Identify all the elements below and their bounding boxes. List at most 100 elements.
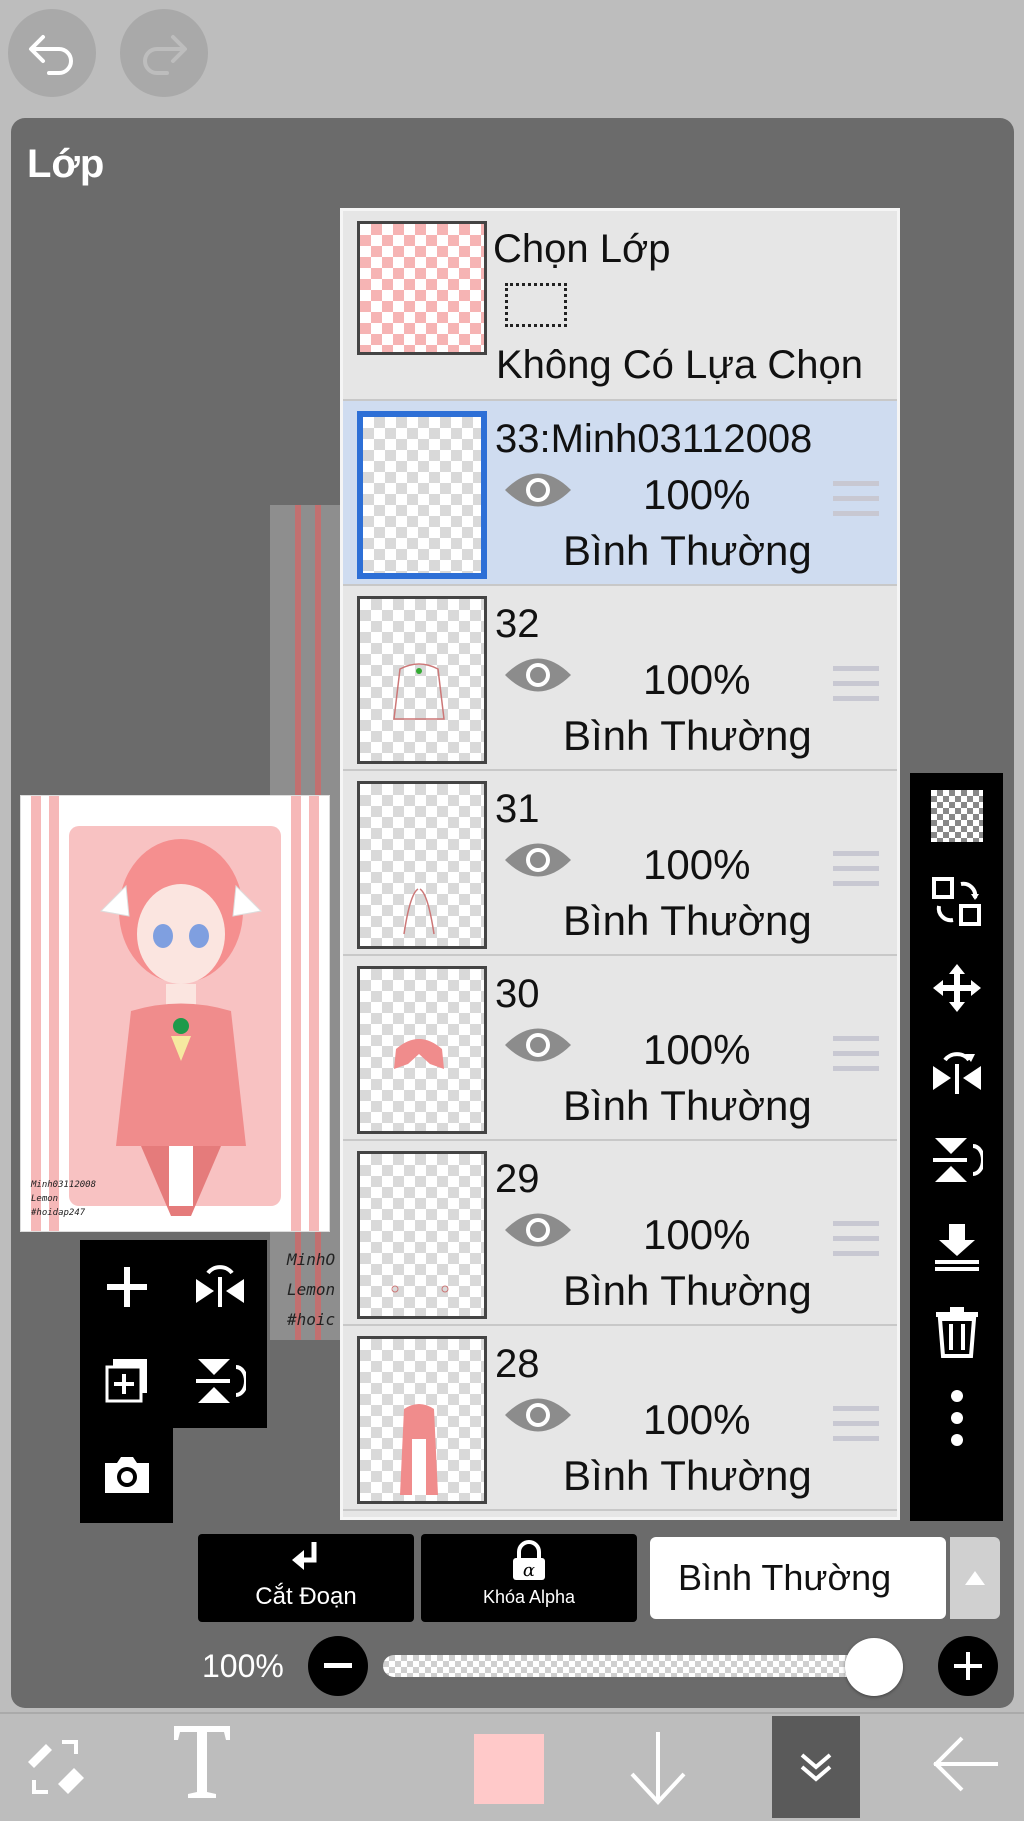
artwork-preview: Minh03112008 Lemon #hoidap247 xyxy=(20,795,330,1232)
opacity-label: 100% xyxy=(202,1648,284,1684)
layer-row[interactable]: 29 100% Bình Thường xyxy=(343,1141,897,1326)
back-button[interactable] xyxy=(930,1734,1006,1804)
drag-handle-icon[interactable] xyxy=(833,664,879,704)
add-layer-button[interactable] xyxy=(80,1240,173,1334)
swap-layer-icon xyxy=(931,877,981,926)
selection-thumbnail xyxy=(357,221,487,355)
merge-down-icon xyxy=(934,1224,979,1271)
layer-thumbnail xyxy=(357,1336,487,1504)
blend-mode-select[interactable]: Bình Thường xyxy=(650,1537,946,1619)
layer-name: 33:Minh03112008 xyxy=(495,417,813,461)
layer-toolbar xyxy=(910,773,1003,1521)
merge-down-button[interactable] xyxy=(910,1203,1003,1289)
drag-handle-icon[interactable] xyxy=(833,1219,879,1259)
flip-vertical-icon xyxy=(195,1359,246,1403)
watermark-line: Lemon xyxy=(31,1194,59,1204)
checker-icon xyxy=(930,790,983,842)
redo-icon xyxy=(143,35,187,75)
layer-name: 29 xyxy=(495,1157,540,1201)
minus-icon xyxy=(324,1663,352,1668)
eye-icon[interactable] xyxy=(503,1022,573,1068)
layer-row[interactable]: 33:Minh03112008 100% Bình Thường xyxy=(343,401,897,586)
layer-blend-mode: Bình Thường xyxy=(563,1267,812,1314)
alpha-lock-button[interactable]: α Khóa Alpha xyxy=(421,1534,637,1622)
transparent-fill-button[interactable] xyxy=(910,773,1003,859)
eye-icon[interactable] xyxy=(503,837,573,883)
canvas-flip-vertical-button[interactable] xyxy=(173,1334,266,1428)
brush-eraser-toggle-button[interactable] xyxy=(20,1732,90,1802)
move-button[interactable] xyxy=(910,945,1003,1031)
selection-marquee-icon xyxy=(505,283,567,327)
bottom-toolbar xyxy=(0,1712,1024,1821)
layer-panel-toggle-button[interactable] xyxy=(772,1716,860,1818)
swap-layer-button[interactable] xyxy=(910,859,1003,945)
duplicate-layer-icon xyxy=(105,1359,147,1403)
current-color-swatch[interactable] xyxy=(474,1734,544,1804)
opacity-slider[interactable] xyxy=(383,1655,903,1677)
double-chevron-down-icon xyxy=(800,1753,832,1782)
svg-text:α: α xyxy=(523,1560,535,1581)
layer-row[interactable]: 31 100% Bình Thường xyxy=(343,771,897,956)
layer-blend-mode: Bình Thường xyxy=(563,527,812,574)
eye-icon[interactable] xyxy=(503,652,573,698)
delete-layer-button[interactable] xyxy=(910,1289,1003,1375)
more-vertical-icon xyxy=(950,1390,963,1446)
triangle-up-icon xyxy=(965,1571,985,1585)
character-illustration xyxy=(99,839,263,1216)
undo-button[interactable] xyxy=(8,9,96,97)
layer-row[interactable]: 32 100% Bình Thường xyxy=(343,586,897,771)
flip-horizontal-icon xyxy=(932,1052,981,1094)
selection-layer-row[interactable]: Chọn Lớp Không Có Lựa Chọn xyxy=(343,211,897,401)
alpha-lock-label: Khóa Alpha xyxy=(482,1587,576,1607)
drag-handle-icon[interactable] xyxy=(833,479,879,519)
canvas-text-line: #hoic xyxy=(287,1310,336,1329)
opacity-increase-button[interactable] xyxy=(938,1636,998,1696)
canvas-text-line: Lemon xyxy=(287,1280,336,1299)
layer-blend-mode: Bình Thường xyxy=(563,897,812,944)
layer-opacity: 100% xyxy=(643,841,751,888)
layer-row[interactable]: 28 100% Bình Thường xyxy=(343,1326,897,1511)
blend-mode-value: Bình Thường xyxy=(678,1557,892,1598)
layer-down-button[interactable] xyxy=(628,1728,698,1808)
drag-handle-icon[interactable] xyxy=(833,1034,879,1074)
layer-opacity: 100% xyxy=(643,471,751,518)
camera-button[interactable] xyxy=(80,1428,173,1522)
layer-row[interactable]: 30 100% Bình Thường xyxy=(343,956,897,1141)
eye-icon[interactable] xyxy=(503,1392,573,1438)
arrow-down-icon xyxy=(630,1732,686,1805)
blend-mode-dropdown-toggle[interactable] xyxy=(950,1537,1000,1619)
layer-list[interactable]: Chọn Lớp Không Có Lựa Chọn 33:Minh031120… xyxy=(340,208,900,1520)
layer-opacity: 100% xyxy=(643,1026,751,1073)
eye-icon[interactable] xyxy=(503,1207,573,1253)
arrow-left-icon xyxy=(933,1736,998,1792)
more-options-button[interactable] xyxy=(910,1375,1003,1461)
camera-icon xyxy=(104,1457,149,1493)
watermark-line: #hoidap247 xyxy=(31,1208,86,1218)
canvas-flip-horizontal-button[interactable] xyxy=(173,1240,266,1334)
layer-opacity: 100% xyxy=(643,656,751,703)
text-tool-button[interactable] xyxy=(170,1722,240,1812)
flip-horizontal-button[interactable] xyxy=(910,1031,1003,1117)
eye-icon[interactable] xyxy=(503,467,573,513)
drag-handle-icon[interactable] xyxy=(833,1404,879,1444)
layer-blend-mode: Bình Thường xyxy=(563,1452,812,1499)
clipping-button[interactable]: Cắt Đoạn xyxy=(198,1534,414,1622)
drag-handle-icon[interactable] xyxy=(833,849,879,889)
layer-opacity: 100% xyxy=(643,1396,751,1443)
add-layer-copy-button[interactable] xyxy=(80,1334,173,1428)
canvas-toolbar xyxy=(80,1240,267,1428)
canvas-watermark: MinhO Lemon #hoic xyxy=(287,1245,335,1335)
opacity-decrease-button[interactable] xyxy=(308,1636,368,1696)
opacity-slider-handle[interactable] xyxy=(845,1638,903,1696)
artwork-watermark: Minh03112008 Lemon #hoidap247 xyxy=(31,1178,96,1220)
move-icon xyxy=(932,964,981,1012)
redo-button[interactable] xyxy=(120,9,208,97)
layer-name: 28 xyxy=(495,1342,540,1386)
selection-title: Chọn Lớp xyxy=(493,227,671,271)
clip-arrow-icon xyxy=(292,1542,317,1570)
brush-eraser-swap-icon xyxy=(28,1740,84,1794)
flip-vertical-button[interactable] xyxy=(910,1117,1003,1203)
canvas-text-line: MinhO xyxy=(287,1250,336,1269)
plus-icon xyxy=(954,1652,982,1680)
layer-opacity: 100% xyxy=(643,1211,751,1258)
